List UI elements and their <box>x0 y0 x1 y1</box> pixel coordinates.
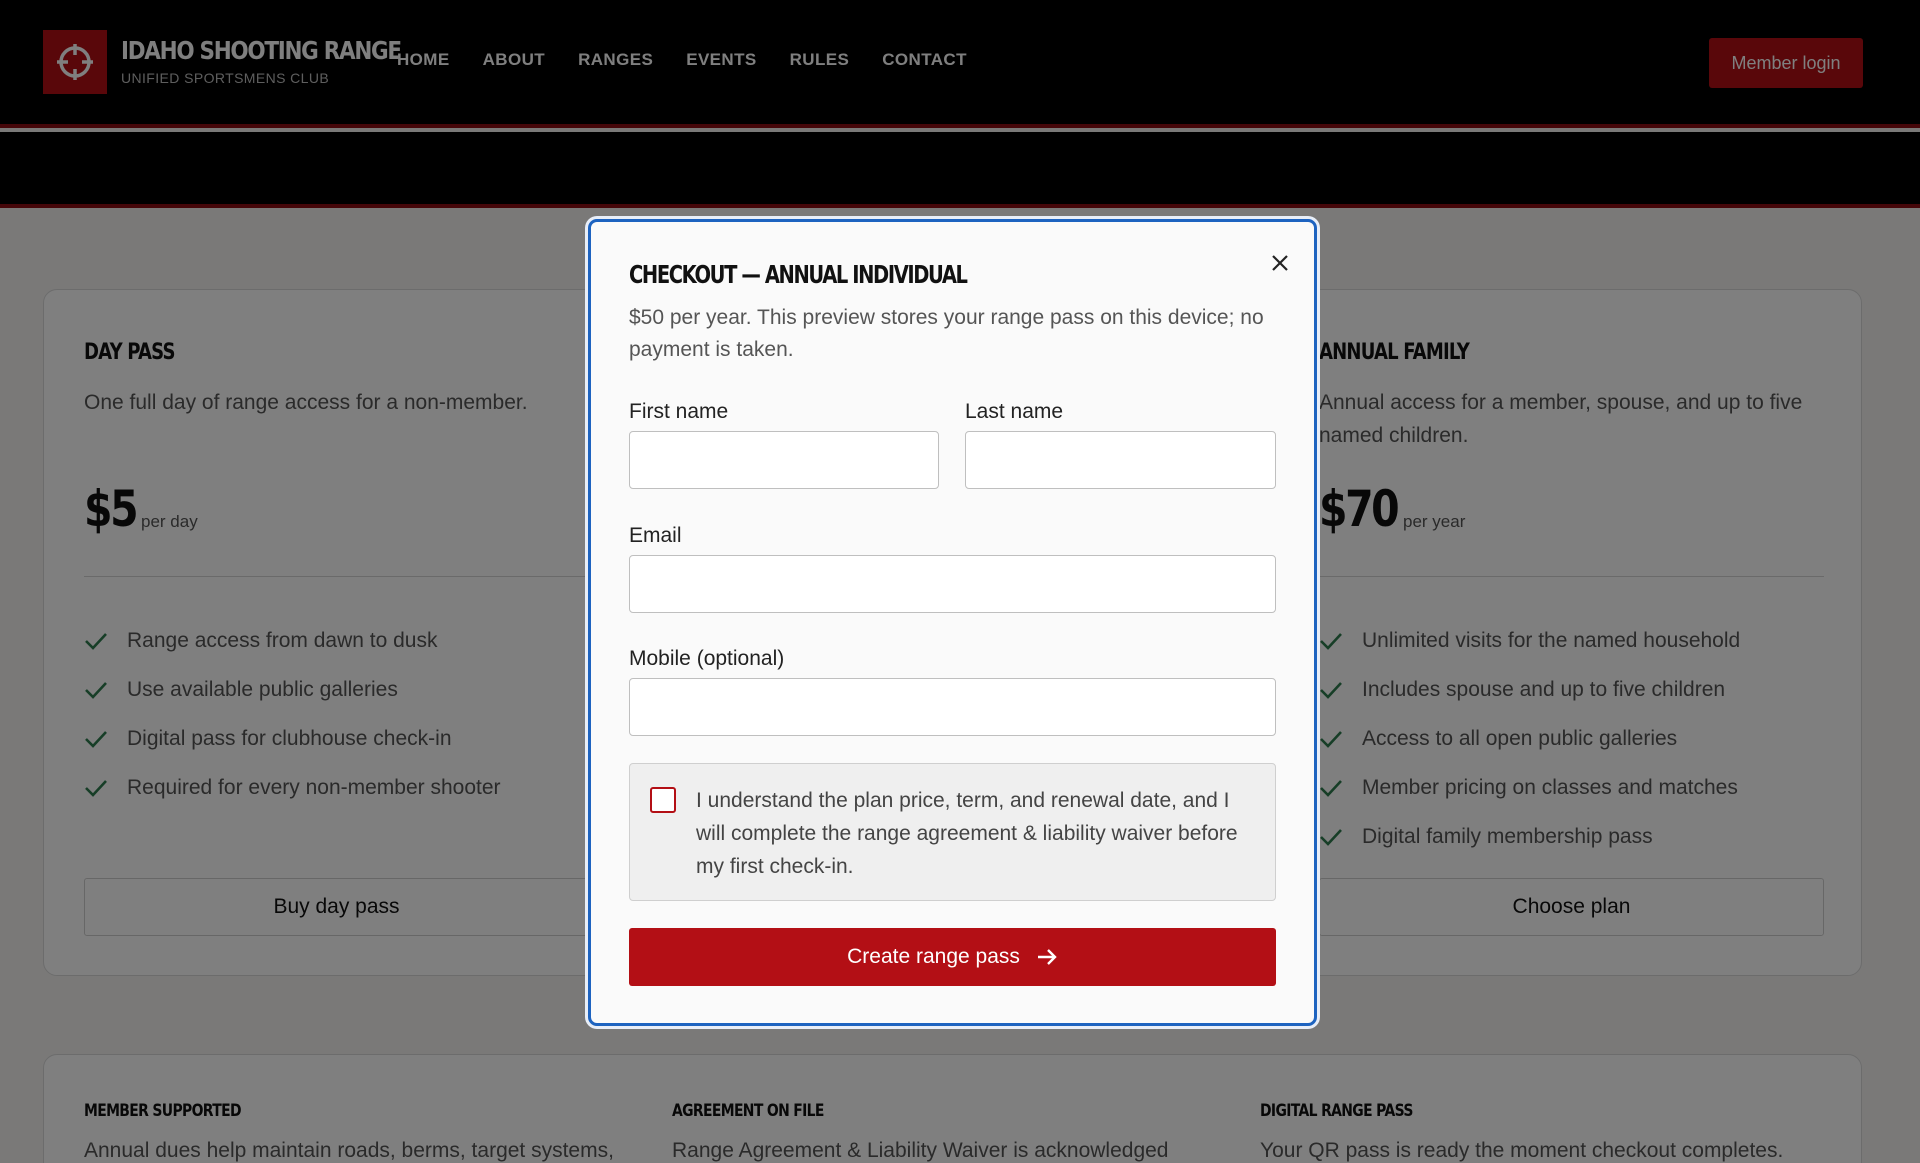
first-name-label: First name <box>629 400 729 423</box>
close-icon <box>1272 255 1288 271</box>
consent-label[interactable]: I understand the plan price, term, and r… <box>696 784 1261 883</box>
submit-label: Create range pass <box>847 945 1020 968</box>
email-label: Email <box>629 524 682 547</box>
first-name-field[interactable] <box>629 431 939 489</box>
mobile-field[interactable] <box>629 678 1276 736</box>
checkout-dialog: CHECKOUT — ANNUAL INDIVIDUAL $50 per yea… <box>588 219 1317 1026</box>
last-name-field[interactable] <box>965 431 1276 489</box>
dialog-description: $50 per year. This preview stores your r… <box>629 306 1264 361</box>
consent-checkbox[interactable] <box>650 787 676 813</box>
consent-panel: I understand the plan price, term, and r… <box>629 763 1276 901</box>
arrow-right-icon <box>1037 949 1057 965</box>
close-button[interactable] <box>1267 250 1293 276</box>
create-range-pass-button[interactable]: Create range pass <box>629 928 1276 986</box>
email-field[interactable] <box>629 555 1276 613</box>
mobile-label: Mobile (optional) <box>629 647 785 670</box>
dialog-title: CHECKOUT — ANNUAL INDIVIDUAL <box>629 260 968 289</box>
last-name-label: Last name <box>965 400 1064 423</box>
